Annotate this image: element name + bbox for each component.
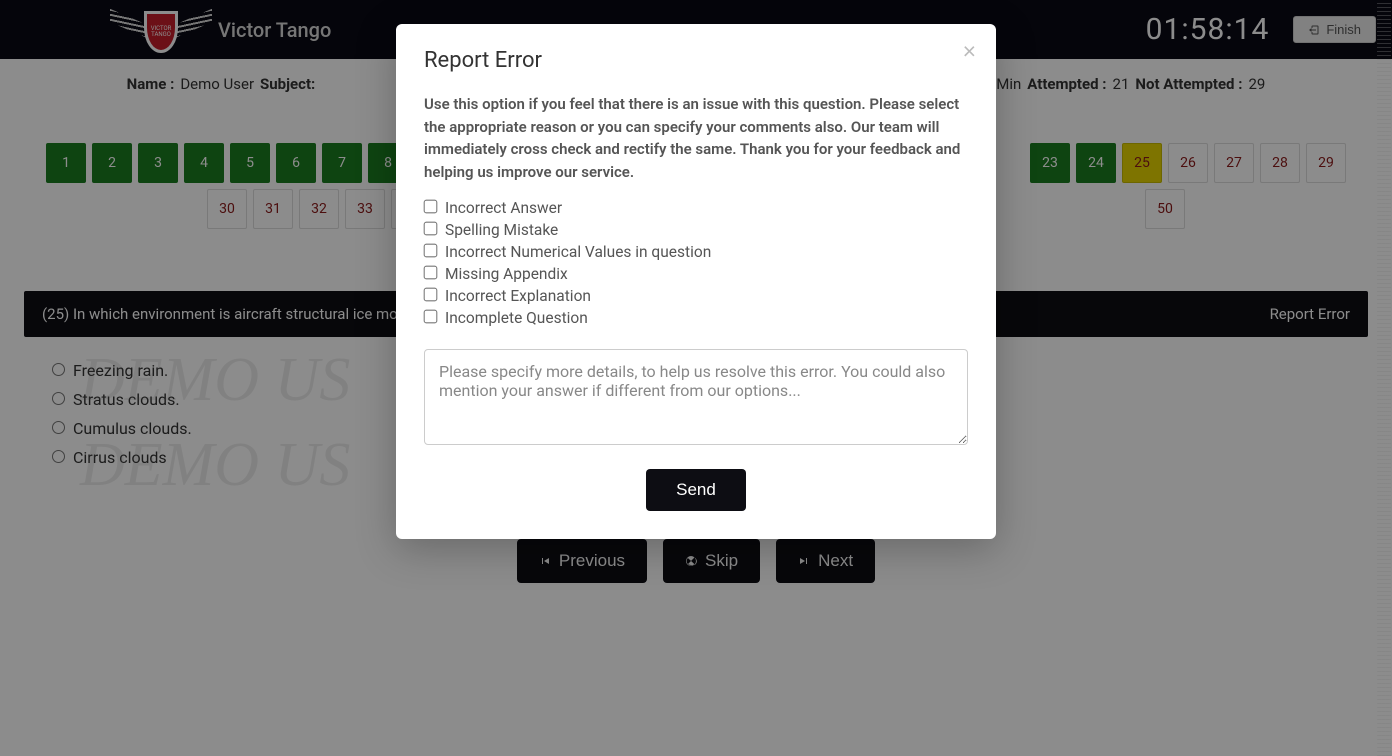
reason-option-0[interactable]: Incorrect Answer (424, 199, 968, 217)
reason-option-2[interactable]: Incorrect Numerical Values in question (424, 243, 968, 261)
reason-checkbox-3[interactable] (424, 266, 438, 280)
reason-checkbox-2[interactable] (424, 244, 438, 258)
reason-list: Incorrect Answer Spelling Mistake Incorrec… (424, 199, 968, 327)
reason-checkbox-1[interactable] (424, 222, 438, 236)
reason-checkbox-4[interactable] (424, 288, 438, 302)
reason-option-3[interactable]: Missing Appendix (424, 265, 968, 283)
reason-text: Incorrect Explanation (445, 287, 591, 305)
modal-title: Report Error (424, 48, 968, 73)
reason-option-5[interactable]: Incomplete Question (424, 309, 968, 327)
reason-text: Incomplete Question (445, 309, 588, 327)
reason-text: Incorrect Numerical Values in question (445, 243, 711, 261)
reason-option-1[interactable]: Spelling Mistake (424, 221, 968, 239)
error-details-textarea[interactable] (424, 349, 968, 445)
reason-checkbox-5[interactable] (424, 310, 438, 324)
reason-checkbox-0[interactable] (424, 200, 438, 214)
reason-text: Missing Appendix (445, 265, 568, 283)
reason-option-4[interactable]: Incorrect Explanation (424, 287, 968, 305)
send-button[interactable]: Send (646, 469, 746, 511)
report-error-modal: × Report Error Use this option if you fe… (396, 24, 996, 539)
modal-close-button[interactable]: × (963, 40, 976, 63)
modal-description: Use this option if you feel that there i… (424, 93, 968, 183)
reason-text: Incorrect Answer (445, 199, 562, 217)
reason-text: Spelling Mistake (445, 221, 558, 239)
